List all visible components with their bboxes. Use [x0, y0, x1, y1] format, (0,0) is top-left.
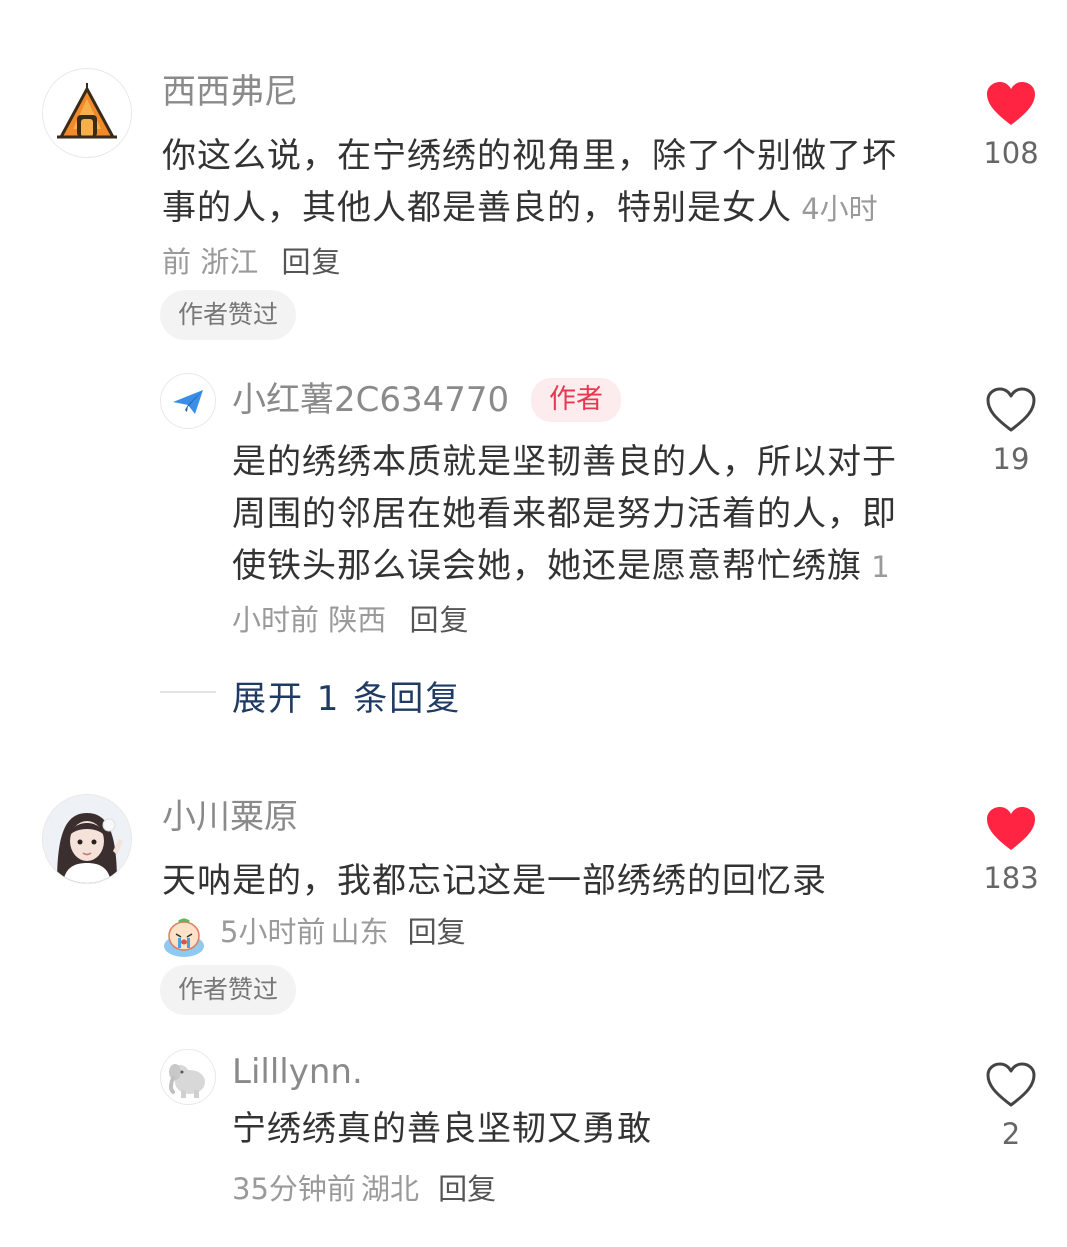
- reply-meta-row: 35分钟前 湖北 回复: [232, 1164, 496, 1214]
- expand-divider: [160, 691, 216, 693]
- reply-location: 湖北: [361, 1172, 420, 1206]
- tent-icon: [43, 69, 131, 157]
- reply-body: 是的绣绣本质就是坚韧善良的人，所以对于周围的邻居在她看来都是努力活着的人，即使铁…: [232, 436, 902, 646]
- like-count: 19: [992, 442, 1030, 476]
- like-count: 183: [983, 861, 1039, 895]
- reply-avatar[interactable]: [160, 1049, 216, 1105]
- reply-button[interactable]: 回复: [438, 1172, 496, 1206]
- reply-text: 宁绣绣真的善良坚韧又勇敢: [232, 1109, 652, 1149]
- comment-location: 山东: [330, 915, 389, 949]
- expand-replies-link[interactable]: 展开 1 条回复: [232, 671, 461, 720]
- crying-face-emoji: [162, 916, 206, 960]
- reply-button[interactable]: 回复: [408, 915, 466, 949]
- girl-portrait-avatar: [43, 795, 131, 883]
- reply-button[interactable]: 回复: [409, 603, 469, 637]
- author-liked-badge: 作者赞过: [160, 965, 297, 1015]
- like-count: 108: [983, 136, 1039, 170]
- comment-meta-row: 5小时前 山东 回复: [162, 906, 466, 958]
- reply-username[interactable]: 小红薯2C634770: [232, 380, 509, 420]
- like-button[interactable]: 108: [966, 80, 1056, 170]
- comment-username[interactable]: 小川粟原: [162, 797, 298, 837]
- like-button[interactable]: 183: [966, 805, 1056, 895]
- reply-button[interactable]: 回复: [281, 245, 341, 279]
- reply-username[interactable]: Lilllynn.: [232, 1052, 363, 1092]
- comment-time: 5小时前: [220, 915, 326, 949]
- reply-time: 35分钟前: [232, 1172, 356, 1206]
- like-button[interactable]: 2: [966, 1061, 1056, 1151]
- paper-plane-icon: [161, 374, 215, 428]
- user-avatar[interactable]: [42, 68, 132, 158]
- author-tag: 作者: [531, 378, 621, 422]
- user-avatar[interactable]: [42, 794, 132, 884]
- comment-location: 浙江: [200, 245, 259, 279]
- elephant-icon: [161, 1050, 215, 1104]
- author-liked-badge: 作者赞过: [160, 290, 297, 340]
- reply-location: 陕西: [328, 603, 387, 637]
- comment-username[interactable]: 西西弗尼: [162, 72, 298, 112]
- comment-text: 天呐是的，我都忘记这是一部绣绣的回忆录: [162, 861, 827, 901]
- reply-avatar[interactable]: [160, 373, 216, 429]
- comment-text: 你这么说，在宁绣绣的视角里，除了个别做了坏事的人，其他人都是善良的，特别是女人: [162, 136, 897, 228]
- comment-body: 天呐是的，我都忘记这是一部绣绣的回忆录: [162, 855, 922, 907]
- like-button[interactable]: 19: [966, 386, 1056, 476]
- comment-body: 你这么说，在宁绣绣的视角里，除了个别做了坏事的人，其他人都是善良的，特别是女人 …: [162, 130, 902, 288]
- reply-body: 宁绣绣真的善良坚韧又勇敢: [232, 1103, 902, 1155]
- reply-text: 是的绣绣本质就是坚韧善良的人，所以对于周围的邻居在她看来都是努力活着的人，即使铁…: [232, 442, 897, 586]
- heart-outline-icon: [986, 387, 1036, 432]
- heart-filled-icon: [987, 807, 1035, 850]
- heart-filled-icon: [987, 82, 1035, 125]
- heart-outline-icon: [986, 1062, 1036, 1107]
- like-count: 2: [1001, 1117, 1021, 1151]
